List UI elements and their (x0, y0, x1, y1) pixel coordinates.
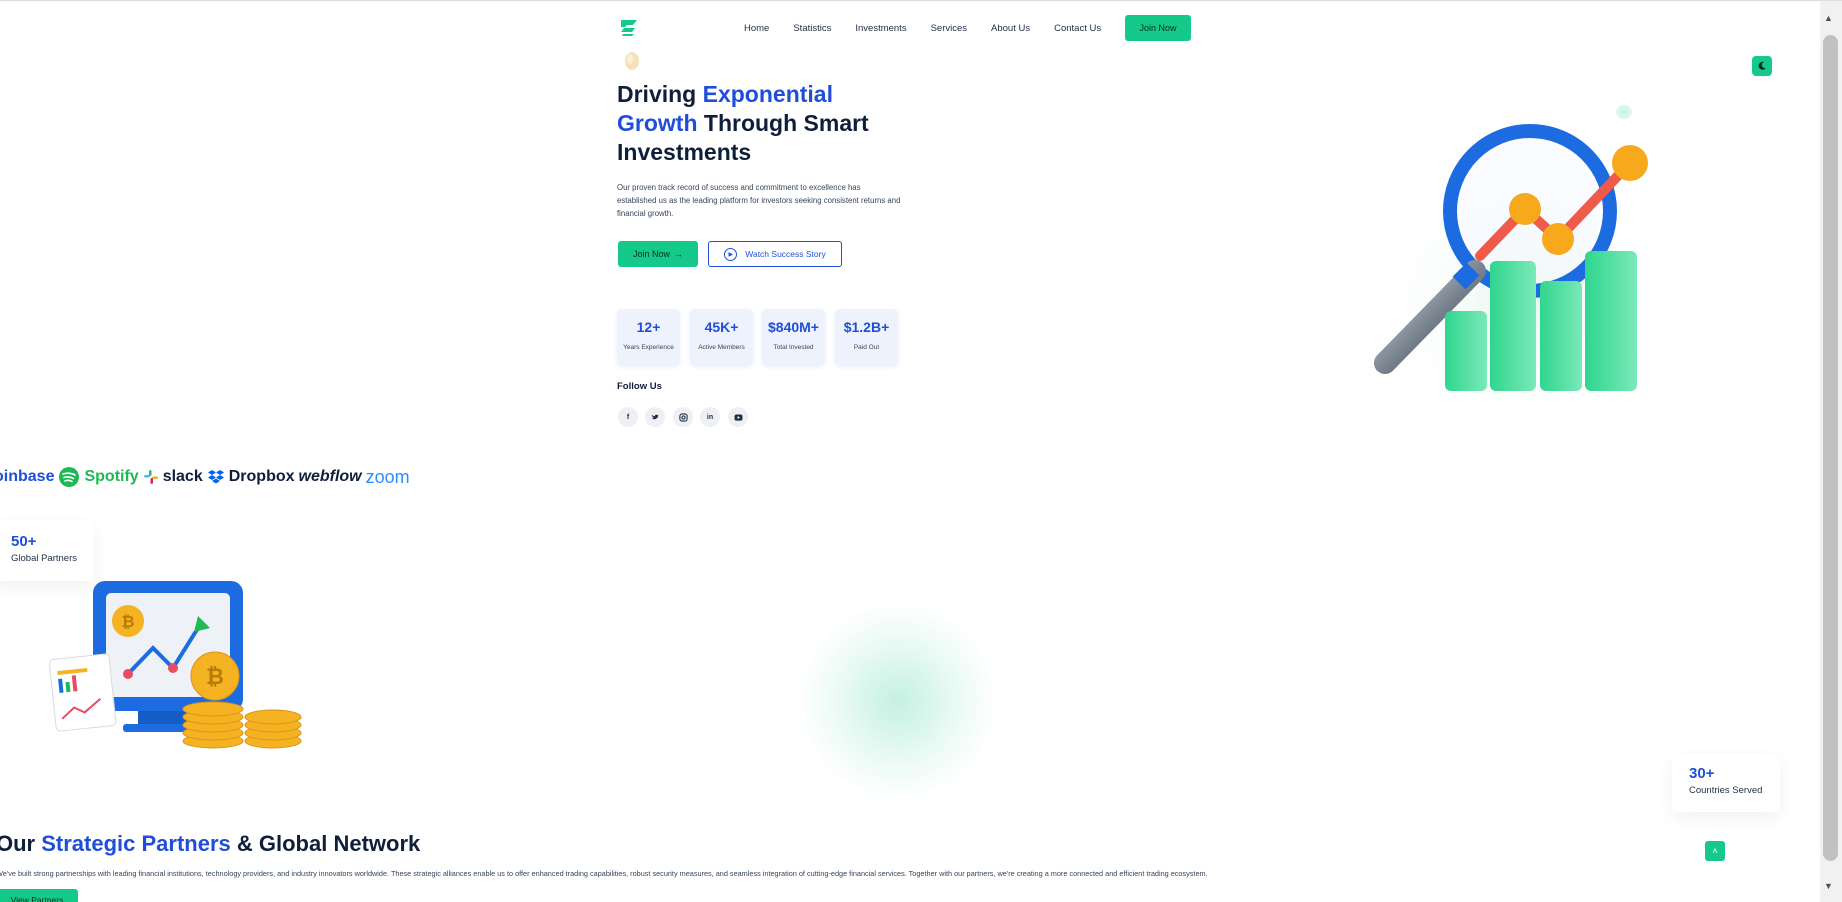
glow-decoration (798, 601, 998, 801)
stat-card: $1.2B+ Paid Out (835, 309, 898, 365)
spotify-icon (59, 467, 80, 487)
arrow-right-icon: → (674, 249, 683, 259)
instagram-icon[interactable] (673, 407, 693, 427)
chevron-up-icon: ˄ (1712, 846, 1718, 856)
nav-investments[interactable]: Investments (855, 23, 906, 34)
facebook-icon[interactable]: f (618, 407, 638, 427)
scroll-down-arrow-icon[interactable]: ▼ (1824, 881, 1833, 891)
play-icon: ▶ (724, 247, 738, 261)
slack-icon (143, 470, 158, 484)
partner-logos: oinbase Spotify slack Dropbox webflow zo… (0, 466, 410, 488)
scroll-up-arrow-icon[interactable]: ▲ (1824, 13, 1833, 23)
nav-services[interactable]: Services (931, 23, 967, 34)
coinbase-logo: oinbase (0, 468, 55, 485)
hero-title: Driving Exponential Growth Through Smart… (617, 81, 869, 165)
global-partners-card: 50+ Global Partners (0, 521, 94, 581)
growth-chart-illustration (1365, 124, 1685, 441)
youtube-icon[interactable] (728, 407, 748, 427)
spotify-logo: Spotify (84, 468, 139, 485)
follow-title: Follow Us (617, 381, 662, 392)
theme-toggle-button[interactable] (1752, 56, 1772, 76)
egg-decoration (625, 52, 639, 70)
main-nav: Home Statistics Investments Services Abo… (744, 23, 1101, 34)
twitter-icon[interactable] (645, 407, 665, 427)
stat-card: 45K+ Active Members (690, 309, 753, 365)
linkedin-icon[interactable]: in (700, 407, 720, 427)
stat-card: $840M+ Total Invested (762, 309, 825, 365)
nav-statistics[interactable]: Statistics (793, 23, 831, 34)
svg-text:₿: ₿ (206, 664, 224, 689)
nav-about[interactable]: About Us (991, 23, 1030, 34)
nav-home[interactable]: Home (744, 23, 769, 34)
zoom-logo: zoom (365, 466, 410, 487)
dot-decoration (1616, 105, 1632, 119)
dropbox-logo: Dropbox (228, 468, 295, 485)
nav-join-button[interactable]: Join Now (1125, 15, 1191, 41)
strategic-description: We've built strong partnerships with lea… (0, 869, 1208, 878)
view-partners-button[interactable]: View Partners (0, 889, 78, 902)
strategic-partners-title: Our Strategic Partners & Global Network (0, 831, 421, 856)
webflow-logo: webflow (298, 468, 362, 485)
page: Home Statistics Investments Services Abo… (0, 0, 1842, 902)
back-to-top-button[interactable]: ˄ (1705, 841, 1725, 861)
dropbox-icon (207, 470, 224, 484)
hero-join-button[interactable]: Join Now → (618, 241, 698, 267)
stat-card: 12+ Years Experience (617, 309, 680, 365)
svg-text:₿: ₿ (121, 613, 134, 631)
watch-story-button[interactable]: ▶ Watch Success Story (708, 241, 842, 267)
crypto-monitor-illustration: ₿ ₿ (48, 581, 302, 749)
nav-contact[interactable]: Contact Us (1054, 23, 1101, 34)
logo-icon[interactable] (618, 19, 640, 37)
slack-logo: slack (162, 468, 203, 485)
hero-description: Our proven track record of success and c… (617, 183, 901, 218)
moon-icon (1758, 61, 1766, 70)
countries-served-card: 30+ Countries Served (1672, 754, 1780, 812)
scrollbar-thumb[interactable] (1823, 35, 1838, 861)
